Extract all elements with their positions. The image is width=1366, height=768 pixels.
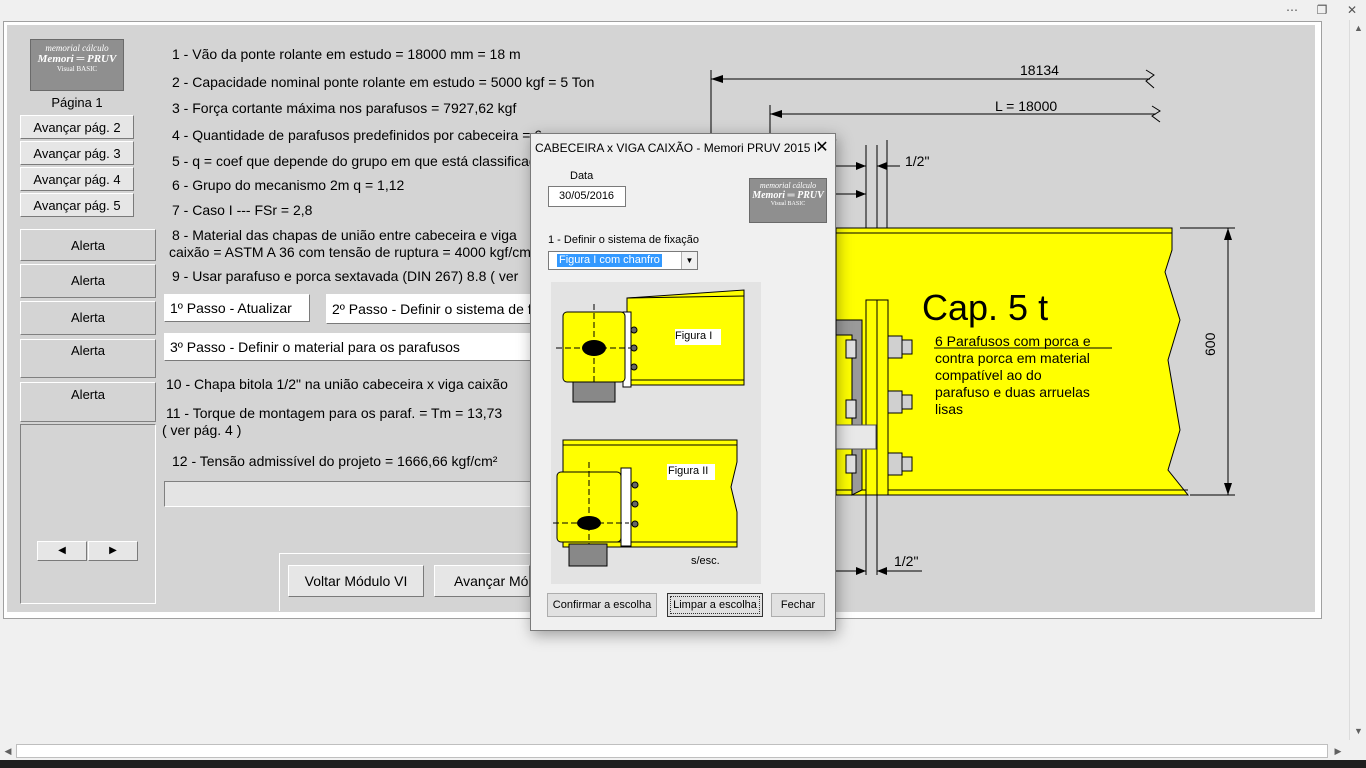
capacity-label: Cap. 5 t <box>922 287 1049 328</box>
dim-span-label: L = 18000 <box>995 98 1058 114</box>
content-line-8: 8 - Material das chapas de união entre c… <box>172 227 517 243</box>
content-line-12: 12 - Tensão admissível do projeto = 1666… <box>172 453 498 469</box>
alert-button-3[interactable]: Alerta <box>20 301 156 335</box>
page-label: Página 1 <box>51 95 103 110</box>
date-field[interactable]: 30/05/2016 <box>548 186 626 207</box>
scroll-left-icon[interactable]: ◀ <box>0 742 16 760</box>
plate-top-label: 1/2" <box>905 153 930 169</box>
content-line-4: 4 - Quantidade de parafusos predefinidos… <box>172 127 543 143</box>
content-line-6: 6 - Grupo do mecanismo 2m q = 1,12 <box>172 177 405 193</box>
alert-button-5[interactable]: Alerta <box>20 382 156 422</box>
dialog-close-icon[interactable]: ✕ <box>811 138 833 158</box>
bottom-bar <box>0 760 1366 768</box>
next-page-5-button[interactable]: Avançar pág. 5 <box>20 193 134 217</box>
figure-panel: Figura I Figura II s/esc. <box>551 282 761 584</box>
content-line-11b: ( ver pág. 4 ) <box>162 422 242 438</box>
spin-right-button[interactable]: ▶ <box>88 541 138 561</box>
horizontal-scroll-thumb[interactable] <box>16 744 1328 758</box>
scroll-right-icon[interactable]: ▶ <box>1330 742 1346 760</box>
content-line-2: 2 - Capacidade nominal ponte rolante em … <box>172 74 595 90</box>
horizontal-scrollbar[interactable]: ◀ ▶ <box>0 742 1349 760</box>
date-label: Data <box>570 170 594 182</box>
alert-button-2[interactable]: Alerta <box>20 264 156 298</box>
content-line-5: 5 - q = coef que depende do grupo em que… <box>172 153 545 169</box>
content-line-9: 9 - Usar parafuso e porca sextavada (DIN… <box>172 268 519 284</box>
fixation-system-select[interactable]: Figura I com chanfro ▼ <box>548 251 698 270</box>
chevron-down-icon[interactable]: ▼ <box>681 252 697 269</box>
fixation-section-label: 1 - Definir o sistema de fixação <box>548 234 700 246</box>
dialog-title: CABECEIRA x VIGA CAIXÃO - Memori PRUV 20… <box>535 141 818 155</box>
plate-bottom-label: 1/2" <box>894 553 919 569</box>
app-logo: memorial cálculo Memori ═ PRUV Visual BA… <box>30 39 124 91</box>
dialog-logo: memorial cálculo Memori ═ PRUV Visual BA… <box>749 178 827 223</box>
step3-material-button[interactable]: 3º Passo - Definir o material para os pa… <box>164 333 532 361</box>
content-line-10: 10 - Chapa bitola 1/2" na união cabeceir… <box>166 376 508 392</box>
note-line-2: contra porca em material <box>935 350 1090 366</box>
side-panel <box>20 424 156 604</box>
alert-button-4[interactable]: Alerta <box>20 339 156 378</box>
fixation-system-value: Figura I com chanfro <box>557 254 662 267</box>
back-module-button[interactable]: Voltar Módulo VI <box>288 565 424 597</box>
step2-fixation-button[interactable]: 2º Passo - Definir o sistema de fixação <box>326 294 532 324</box>
figure2-label: Figura II <box>668 465 709 477</box>
forward-module-button[interactable]: Avançar Módulo <box>434 565 530 597</box>
note-line-5: lisas <box>935 401 964 417</box>
content-line-1: 1 - Vão da ponte rolante em estudo = 180… <box>172 46 521 62</box>
progress-bar <box>164 481 534 507</box>
clear-choice-button[interactable]: Limpar a escolha <box>667 593 763 617</box>
note-line-3: compatível ao do <box>935 367 1042 383</box>
next-page-2-button[interactable]: Avançar pág. 2 <box>20 115 134 139</box>
spin-left-button[interactable]: ◀ <box>37 541 87 561</box>
confirm-choice-button[interactable]: Confirmar a escolha <box>547 593 657 617</box>
alert-button-1[interactable]: Alerta <box>20 229 156 261</box>
content-line-7: 7 - Caso I --- FSr = 2,8 <box>172 202 313 218</box>
fixation-dialog: CABECEIRA x VIGA CAIXÃO - Memori PRUV 20… <box>530 133 836 631</box>
fixation-figures <box>553 289 745 567</box>
content-line-8b: caixão = ASTM A 36 com tensão de ruptura… <box>169 244 536 260</box>
scroll-up-icon[interactable]: ▲ <box>1350 20 1366 37</box>
note-line-4: parafuso e duas arruelas <box>935 384 1090 400</box>
close-dialog-button[interactable]: Fechar <box>771 593 825 617</box>
note-line-1: 6 Parafusos com porca e <box>935 333 1091 349</box>
next-page-3-button[interactable]: Avançar pág. 3 <box>20 141 134 165</box>
scale-note: s/esc. <box>691 555 720 567</box>
dim-total-label: 18134 <box>1020 62 1059 78</box>
height-label: 600 <box>1202 332 1218 356</box>
content-line-11: 11 - Torque de montagem para os paraf. =… <box>166 405 503 421</box>
content-line-3: 3 - Força cortante máxima nos parafusos … <box>172 100 517 116</box>
vertical-scrollbar[interactable]: ▲ ▼ <box>1349 20 1366 740</box>
scroll-down-icon[interactable]: ▼ <box>1350 723 1366 740</box>
step1-update-button[interactable]: 1º Passo - Atualizar <box>164 294 310 322</box>
figure1-label: Figura I <box>675 330 713 342</box>
next-page-4-button[interactable]: Avançar pág. 4 <box>20 167 134 191</box>
